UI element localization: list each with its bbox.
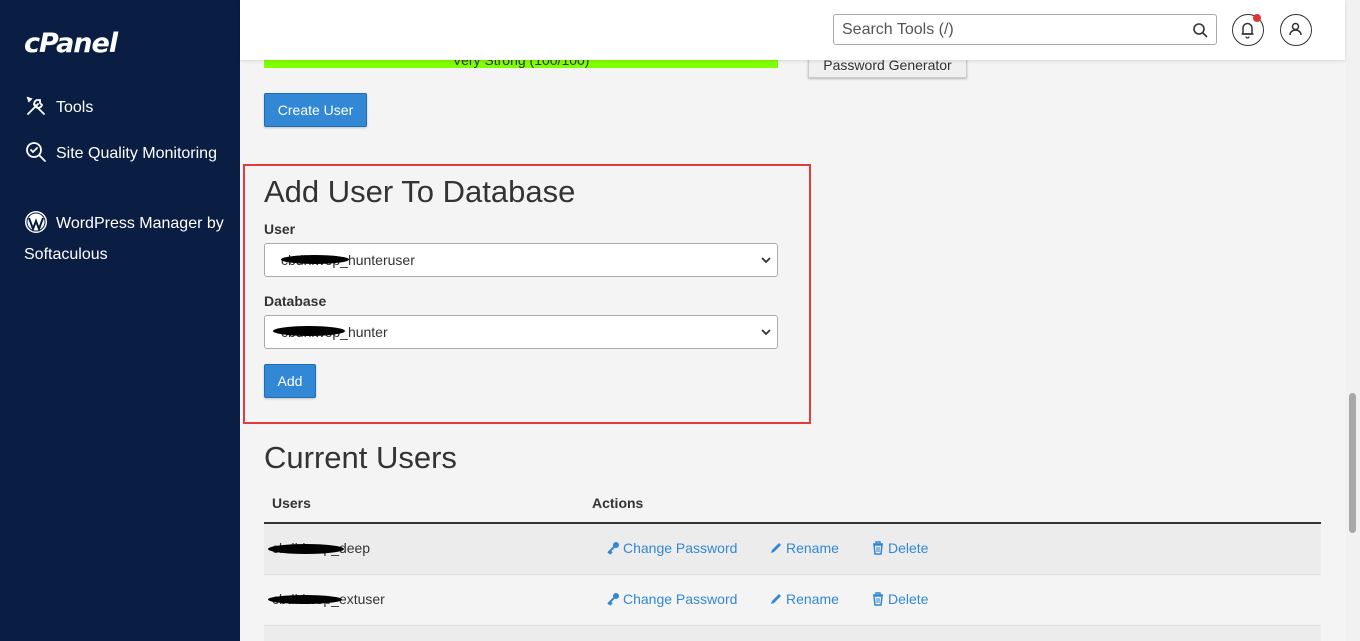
sidebar-item-label: WordPress Manager by Softaculous	[24, 215, 224, 263]
column-header-users[interactable]: Users	[272, 495, 311, 511]
change-password-label: Change Password	[623, 540, 738, 556]
user-icon	[1289, 22, 1302, 36]
create-user-button[interactable]: Create User	[264, 93, 367, 127]
cpanel-logo[interactable]: cPanel	[24, 28, 118, 59]
user-select[interactable]: cbdhiwop_hunteruser	[264, 243, 778, 277]
scrollbar-thumb[interactable]	[1349, 393, 1356, 533]
sidebar: cPanel Tools Site Quality Monitoring Wor…	[0, 0, 240, 641]
scrollbar[interactable]	[1345, 0, 1360, 641]
column-header-actions: Actions	[592, 495, 644, 511]
sidebar-item-wordpress[interactable]: WordPress Manager by Softaculous	[24, 208, 229, 270]
delete-link[interactable]: Delete	[871, 540, 928, 556]
redaction-mark	[268, 595, 342, 604]
search-input[interactable]	[834, 15, 1174, 44]
tools-icon	[24, 94, 48, 118]
pencil-icon	[771, 594, 781, 604]
wordpress-icon	[24, 210, 48, 234]
delete-label: Delete	[888, 540, 929, 556]
current-users-table: Users Actions cbdhiwop_deep Change Passw…	[264, 486, 1321, 641]
current-users-title: Current Users	[264, 440, 457, 475]
redaction-mark	[273, 326, 345, 336]
table-header: Users Actions	[264, 486, 1321, 524]
chevron-down-icon	[761, 257, 771, 264]
key-icon	[607, 542, 619, 555]
sidebar-item-tools[interactable]: Tools	[24, 92, 93, 123]
chevron-down-icon	[761, 329, 771, 336]
trash-icon	[873, 592, 883, 606]
redaction-mark	[268, 544, 344, 554]
add-button[interactable]: Add	[264, 364, 316, 398]
rename-link[interactable]: Rename	[769, 540, 839, 556]
rename-label: Rename	[786, 591, 839, 607]
key-icon	[607, 593, 619, 606]
top-header	[240, 0, 1345, 60]
user-label: User	[264, 221, 296, 237]
change-password-link[interactable]: Change Password	[606, 591, 737, 607]
rename-link[interactable]: Rename	[769, 591, 839, 607]
database-select[interactable]: cbdhiwop_hunter	[264, 315, 778, 349]
trash-icon	[873, 541, 883, 555]
redaction-mark	[281, 255, 349, 264]
user-menu-button[interactable]	[1280, 14, 1312, 46]
site-quality-icon	[24, 140, 48, 164]
table-row	[264, 626, 1321, 641]
delete-label: Delete	[888, 591, 929, 607]
delete-link[interactable]: Delete	[871, 591, 928, 607]
search-icon[interactable]	[1192, 22, 1208, 38]
search-tools-box	[833, 14, 1217, 45]
sidebar-item-label: Tools	[56, 99, 94, 116]
change-password-label: Change Password	[623, 591, 738, 607]
rename-label: Rename	[786, 540, 839, 556]
notification-badge	[1253, 14, 1261, 22]
pencil-icon	[771, 543, 781, 553]
table-row: cbdhiwop_extuser Change Password Rename …	[264, 575, 1321, 626]
sidebar-item-label: Site Quality Monitoring	[56, 145, 217, 162]
database-label: Database	[264, 293, 327, 309]
notifications-button[interactable]	[1232, 14, 1264, 46]
table-row: cbdhiwop_deep Change Password Rename Del…	[264, 524, 1321, 575]
sidebar-item-site-quality[interactable]: Site Quality Monitoring	[24, 138, 224, 169]
add-user-to-database-title: Add User To Database	[264, 174, 576, 209]
change-password-link[interactable]: Change Password	[606, 540, 737, 556]
